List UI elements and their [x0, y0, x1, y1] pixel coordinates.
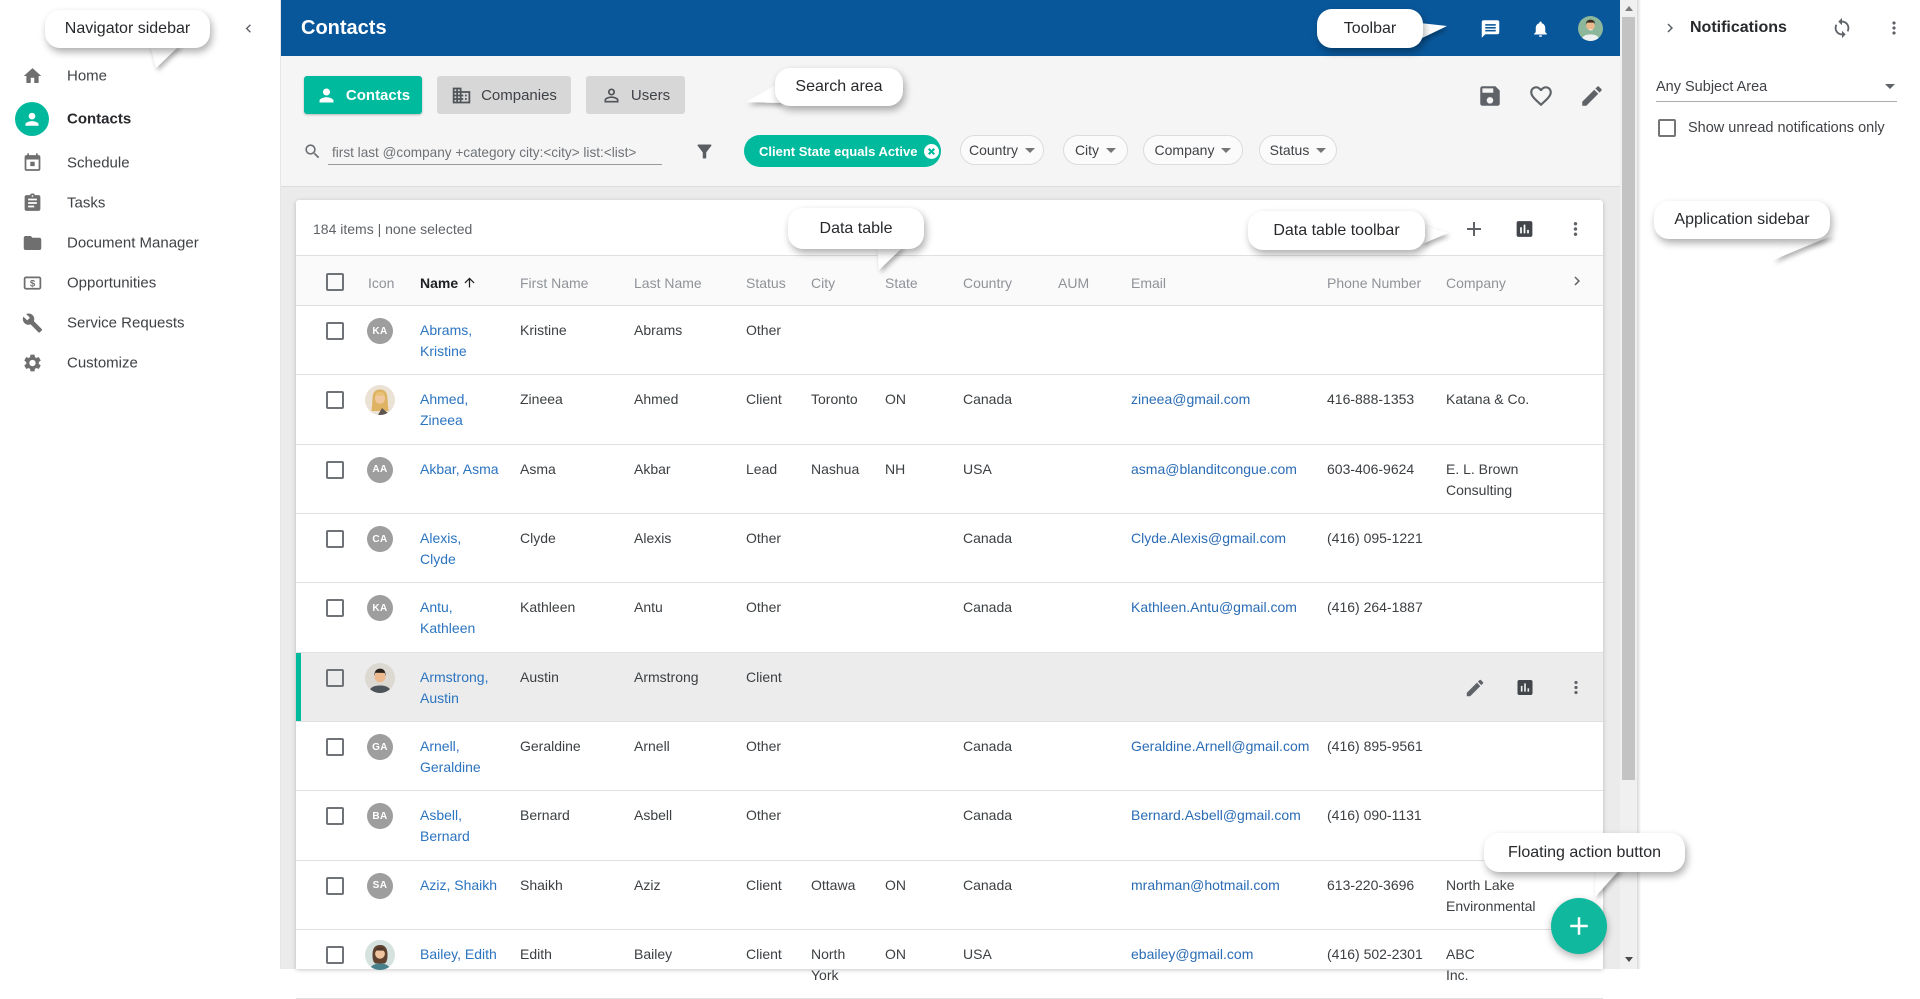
svg-text:$: $ [30, 279, 36, 290]
